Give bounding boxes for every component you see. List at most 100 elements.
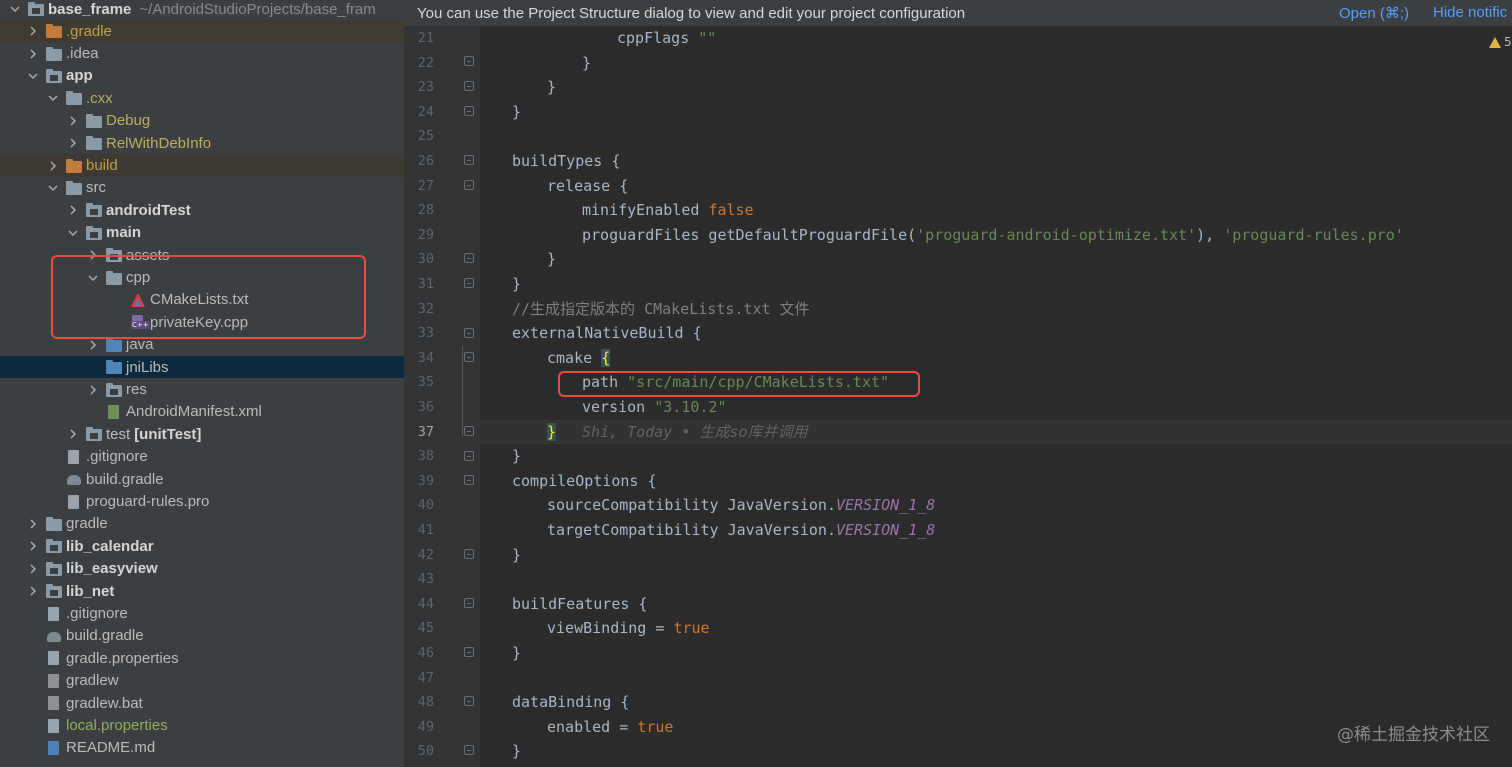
fold-marker-icon[interactable]: [464, 745, 474, 755]
tree-item-androidmanifest[interactable]: AndroidManifest.xml: [0, 401, 404, 423]
tree-item-gradle-dir[interactable]: .gradle: [0, 20, 404, 43]
fold-marker-icon[interactable]: [464, 56, 474, 66]
tree-item-variant: [unitTest]: [134, 425, 202, 443]
manifest-file-icon: [106, 404, 122, 419]
tree-item-gradlew-bat[interactable]: gradlew.bat: [0, 692, 404, 714]
tree-item-relwithdebinfo[interactable]: RelWithDebInfo: [0, 132, 404, 154]
chevron-right-icon[interactable]: [66, 203, 80, 217]
line-number: 21: [417, 30, 434, 46]
tree-item-root-gitignore[interactable]: .gitignore: [0, 602, 404, 624]
tree-item-idea[interactable]: .idea: [0, 42, 404, 64]
tree-item-app-build-gradle[interactable]: build.gradle: [0, 468, 404, 490]
code-line-42: }: [512, 545, 522, 564]
chevron-right-icon[interactable]: [26, 584, 40, 598]
chevron-right-icon[interactable]: [86, 338, 100, 352]
gradle-file-icon: [46, 629, 62, 643]
chevron-down-icon[interactable]: [86, 271, 100, 285]
chevron-right-icon[interactable]: [66, 136, 80, 150]
tree-item-app[interactable]: app: [0, 65, 404, 87]
tree-item-res[interactable]: res: [0, 378, 404, 400]
chevron-right-icon[interactable]: [26, 47, 40, 61]
tree-item-label: privateKey.cpp: [150, 313, 249, 331]
fold-marker-icon[interactable]: [464, 328, 474, 338]
tree-item-cpp[interactable]: cpp: [0, 266, 404, 288]
line-number: 39: [417, 472, 434, 489]
fold-marker-icon[interactable]: [464, 180, 474, 190]
code-line-32-comment: //生成指定版本的 CMakeLists.txt 文件: [512, 299, 810, 318]
tree-item-assets[interactable]: assets: [0, 244, 404, 266]
tree-item-readme[interactable]: README.md: [0, 737, 404, 759]
chevron-right-icon[interactable]: [86, 383, 100, 397]
tree-item-gradle-properties[interactable]: gradle.properties: [0, 647, 404, 669]
chevron-right-icon[interactable]: [46, 159, 60, 173]
tree-item-build[interactable]: build: [0, 154, 404, 177]
tree-item-test[interactable]: test [unitTest]: [0, 423, 404, 445]
tree-item-java[interactable]: java: [0, 334, 404, 356]
open-project-structure-link[interactable]: Open (⌘;): [1339, 4, 1409, 22]
chevron-right-icon[interactable]: [26, 562, 40, 576]
fold-marker-icon[interactable]: [464, 426, 474, 436]
chevron-down-icon[interactable]: [46, 181, 60, 195]
chevron-down-icon[interactable]: [8, 2, 22, 16]
fold-marker-icon[interactable]: [464, 81, 474, 91]
fold-marker-icon[interactable]: [464, 106, 474, 116]
tree-item-label: CMakeLists.txt: [150, 291, 249, 309]
tree-root-row[interactable]: base_frame ~/AndroidStudioProjects/base_…: [0, 0, 404, 19]
tree-item-gradlew[interactable]: gradlew: [0, 670, 404, 692]
fold-marker-icon[interactable]: [464, 155, 474, 165]
code-line-23: }: [547, 78, 557, 97]
tree-item-cmakelists[interactable]: CMakeLists.txt: [0, 289, 404, 311]
chevron-right-icon[interactable]: [26, 24, 40, 38]
fold-marker-icon[interactable]: [464, 696, 474, 706]
chevron-down-icon[interactable]: [46, 91, 60, 105]
fold-marker-icon[interactable]: [464, 549, 474, 559]
fold-marker-icon[interactable]: [464, 598, 474, 608]
tree-item-app-gitignore[interactable]: .gitignore: [0, 446, 404, 468]
line-number: 32: [417, 300, 434, 317]
tree-item-main[interactable]: main: [0, 222, 404, 244]
tree-item-label: test: [106, 425, 131, 443]
chevron-right-icon[interactable]: [26, 539, 40, 553]
chevron-down-icon[interactable]: [66, 226, 80, 240]
tree-item-label: build: [86, 157, 118, 175]
code-editor[interactable]: 21 22 23 24 25 26 27 28 29 30 31 32 33 34 35 36 37 38 39 40…: [404, 26, 1512, 767]
fold-marker-icon[interactable]: [464, 352, 474, 362]
tree-item-label: jniLibs: [126, 358, 169, 376]
tree-item-privatekey-cpp[interactable]: privateKey.cpp: [0, 311, 404, 333]
tree-item-debug[interactable]: Debug: [0, 110, 404, 132]
folder-icon: [106, 270, 122, 285]
tree-item-lib-easyview[interactable]: lib_easyview: [0, 558, 404, 580]
code-line-44: buildFeatures {: [512, 594, 648, 613]
tree-item-local-properties[interactable]: local.properties: [0, 714, 404, 736]
script-file-icon: [46, 696, 62, 711]
tree-item-src[interactable]: src: [0, 177, 404, 199]
chevron-right-icon[interactable]: [86, 248, 100, 262]
tree-item-lib-net[interactable]: lib_net: [0, 580, 404, 602]
code-line-31: }: [512, 275, 522, 293]
code-line-48: dataBinding {: [512, 693, 630, 712]
tree-item-root-build-gradle[interactable]: build.gradle: [0, 625, 404, 647]
tree-item-androidtest[interactable]: androidTest: [0, 199, 404, 221]
inspection-warnings-indicator[interactable]: 5: [1489, 35, 1512, 49]
chevron-right-icon[interactable]: [66, 114, 80, 128]
chevron-right-icon[interactable]: [66, 427, 80, 441]
hide-notification-link[interactable]: Hide notific: [1433, 4, 1507, 21]
chevron-down-icon[interactable]: [26, 69, 40, 83]
tree-item-lib-calendar[interactable]: lib_calendar: [0, 535, 404, 557]
folder-icon: [86, 113, 102, 128]
chevron-right-icon[interactable]: [26, 517, 40, 531]
folder-icon: [86, 136, 102, 151]
folder-icon: [46, 24, 62, 39]
tree-item-jnilibs[interactable]: jniLibs: [0, 356, 404, 379]
fold-marker-icon[interactable]: [464, 278, 474, 288]
code-line-40: sourceCompatibility JavaVersion.VERSION_…: [547, 496, 936, 515]
tree-item-gradle[interactable]: gradle: [0, 513, 404, 535]
fold-marker-icon[interactable]: [464, 647, 474, 657]
fold-marker-icon[interactable]: [464, 475, 474, 485]
tree-item-cxx[interactable]: .cxx: [0, 87, 404, 109]
tree-item-proguard-rules[interactable]: proguard-rules.pro: [0, 490, 404, 512]
project-tree-panel: base_frame ~/AndroidStudioProjects/base_…: [0, 0, 404, 767]
fold-marker-icon[interactable]: [464, 451, 474, 461]
folder-icon: [66, 91, 82, 106]
fold-marker-icon[interactable]: [464, 253, 474, 263]
